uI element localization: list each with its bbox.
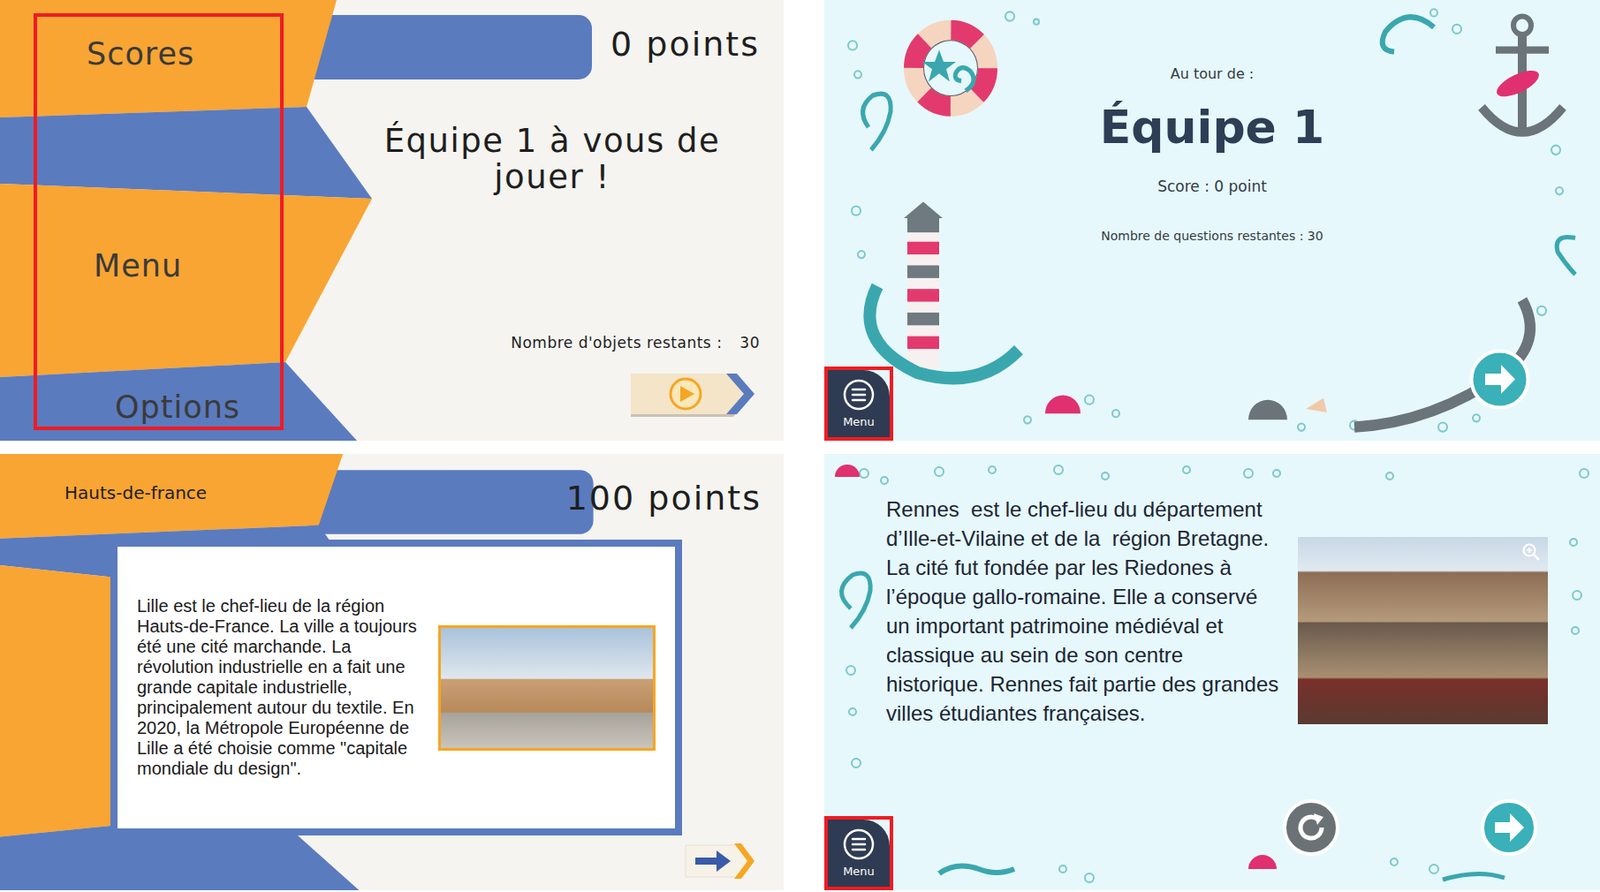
turn-message: Équipe 1 à vous de jouer ! — [335, 123, 760, 196]
menu-label: Menu — [842, 864, 875, 880]
navigation-buttons — [1281, 798, 1539, 857]
orange-info-screen: Hauts-de-france 100 points Lille est le … — [0, 454, 784, 891]
arrow-right-icon — [682, 841, 756, 882]
lifebuoy-icon — [906, 22, 995, 114]
wave-curl-icon — [939, 865, 1015, 874]
header: Hauts-de-france 100 points — [0, 454, 784, 534]
next-button[interactable] — [682, 841, 756, 882]
replay-icon — [1281, 798, 1341, 857]
play-icon — [627, 371, 757, 419]
turn-heading: Au tour de : — [1170, 65, 1255, 83]
hamburger-icon — [841, 827, 876, 862]
turn-info: Au tour de : Équipe 1 Score : 0 point No… — [824, 0, 1600, 349]
zoom-icon[interactable] — [1521, 542, 1541, 562]
wave-curl-icon — [1442, 873, 1505, 880]
wave-curl-icon — [1556, 237, 1576, 275]
wave-curl-icon — [841, 573, 871, 629]
ocean-info-screen: Rennes est le chef-lieu du département d… — [824, 454, 1600, 891]
shell-icon — [1045, 395, 1081, 415]
city-photo — [438, 625, 656, 751]
hamburger-icon — [841, 378, 876, 412]
anchor-icon — [1382, 16, 1563, 133]
menu-button[interactable]: Menu — [824, 816, 894, 891]
remaining-count: Nombre d'objets restants : 30 — [335, 333, 760, 352]
remaining-questions: Nombre de questions restantes : 30 — [1100, 228, 1323, 243]
orange-turn-screen: Scores Menu Options 0 points Équipe 1 à vo… — [0, 0, 784, 441]
arrow-right-icon — [1469, 348, 1531, 410]
team-name: Équipe 1 — [1099, 101, 1325, 155]
side-menu-item[interactable]: Menu — [37, 246, 281, 286]
remaining-label: Nombre d'objets restants : — [510, 333, 722, 352]
arrow-right-icon — [1479, 798, 1539, 857]
wave-curl-icon — [863, 93, 892, 151]
button-row — [335, 371, 760, 419]
shell-icon — [1248, 400, 1288, 421]
menu-button-body[interactable]: Menu — [827, 370, 890, 438]
city-photo — [1297, 537, 1548, 725]
menu-label: Menu — [842, 415, 875, 430]
lighthouse-icon — [869, 201, 1019, 379]
score: 0 points — [610, 19, 760, 69]
footer: Menu — [824, 798, 1600, 891]
score: 100 points — [566, 473, 762, 524]
next-button[interactable] — [1479, 798, 1539, 857]
footer: Menu — [824, 348, 1600, 441]
info-card: Lille est le chef-lieu de la région Haut… — [110, 539, 683, 836]
footer — [0, 835, 784, 882]
play-button[interactable] — [627, 371, 757, 419]
shell-icon — [1248, 855, 1277, 870]
replay-button[interactable] — [1281, 798, 1341, 857]
wave-icon — [1354, 300, 1531, 428]
info-text: Rennes est le chef-lieu du département d… — [886, 494, 1286, 728]
side-menu: Scores Menu Options — [33, 13, 284, 431]
side-menu-item[interactable]: Options — [37, 387, 281, 427]
remaining-value: 30 — [739, 333, 760, 352]
shell-icon — [834, 464, 860, 478]
shell-icon — [1305, 398, 1328, 413]
ocean-turn-screen: Au tour de : Équipe 1 Score : 0 point No… — [824, 0, 1600, 441]
menu-button-body[interactable]: Menu — [827, 819, 890, 888]
menu-button[interactable]: Menu — [824, 366, 894, 441]
screenshot-collage: Scores Menu Options 0 points Équipe 1 à vo… — [0, 0, 1600, 892]
region-title: Hauts-de-france — [64, 473, 207, 504]
info-body: Rennes est le chef-lieu du département d… — [824, 454, 1600, 799]
turn-content: 0 points Équipe 1 à vous de jouer ! Nomb… — [335, 0, 784, 441]
score: Score : 0 point — [1157, 177, 1267, 196]
info-text: Lille est le chef-lieu de la région Haut… — [136, 596, 423, 780]
next-button[interactable] — [1469, 348, 1531, 410]
score-bar: 0 points — [335, 19, 760, 69]
side-menu-item[interactable]: Scores — [37, 34, 281, 74]
